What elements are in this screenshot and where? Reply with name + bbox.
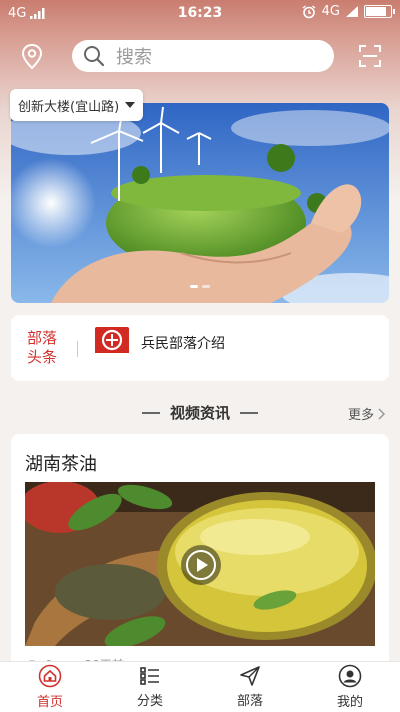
- status-right: 4G: [302, 4, 395, 19]
- send-icon: [240, 666, 260, 686]
- user-icon: [338, 664, 362, 688]
- video-thumbnail[interactable]: [25, 482, 375, 646]
- bottom-tab-bar: 首页 分类 部落 我的: [0, 661, 400, 712]
- news-ticker[interactable]: 部落头条 兵民部落介绍: [11, 315, 389, 381]
- location-pin-icon[interactable]: [20, 43, 44, 71]
- status-bar: 4G 16:23 4G: [0, 0, 400, 26]
- section-title: 视频资讯: [169, 404, 230, 422]
- carousel-dot[interactable]: [202, 285, 210, 288]
- tab-tribe[interactable]: 部落: [200, 662, 300, 712]
- alarm-icon: [302, 4, 316, 18]
- carrier-right: 4G: [321, 4, 340, 19]
- tab-mine[interactable]: 我的: [300, 662, 400, 712]
- list-icon: [140, 667, 159, 685]
- signal-icon-2: [346, 6, 358, 17]
- tab-category[interactable]: 分类: [100, 662, 200, 712]
- scan-icon[interactable]: [358, 44, 382, 68]
- search-placeholder: 搜索: [116, 47, 152, 68]
- tribe-logo-icon: [95, 327, 129, 353]
- tab-label: 部落: [236, 694, 263, 709]
- video-title: 湖南茶油: [25, 454, 97, 475]
- tab-home[interactable]: 首页: [0, 662, 100, 712]
- play-icon[interactable]: [180, 544, 222, 586]
- search-icon: [84, 46, 105, 67]
- section-header: 视频资讯 更多: [0, 400, 400, 424]
- search-row: 搜索: [0, 38, 400, 78]
- news-headline: 兵民部落介绍: [141, 336, 225, 352]
- tab-label: 首页: [36, 695, 63, 710]
- news-tag: 部落头条: [27, 329, 58, 366]
- search-input[interactable]: 搜索: [72, 40, 334, 72]
- tab-label: 分类: [136, 694, 163, 709]
- ticker-window: 兵民部落介绍: [95, 323, 375, 353]
- carousel-dot[interactable]: [190, 285, 198, 288]
- tab-label: 我的: [336, 695, 363, 710]
- divider: [77, 341, 78, 357]
- divider: [240, 412, 258, 414]
- home-icon: [38, 664, 62, 688]
- battery-fill: [366, 7, 387, 16]
- more-label: 更多: [347, 408, 374, 423]
- location-selector[interactable]: 创新大楼(宜山路): [10, 89, 144, 121]
- video-card[interactable]: 湖南茶油 0: [11, 434, 389, 694]
- location-label: 创新大楼(宜山路): [18, 99, 120, 115]
- chevron-right-icon: [378, 407, 386, 420]
- battery-icon: [364, 5, 395, 18]
- banner-image: [11, 103, 389, 303]
- banner-carousel[interactable]: [11, 103, 389, 303]
- chevron-down-icon: [125, 102, 136, 108]
- more-link[interactable]: 更多: [348, 404, 386, 423]
- carousel-dots: [11, 285, 389, 288]
